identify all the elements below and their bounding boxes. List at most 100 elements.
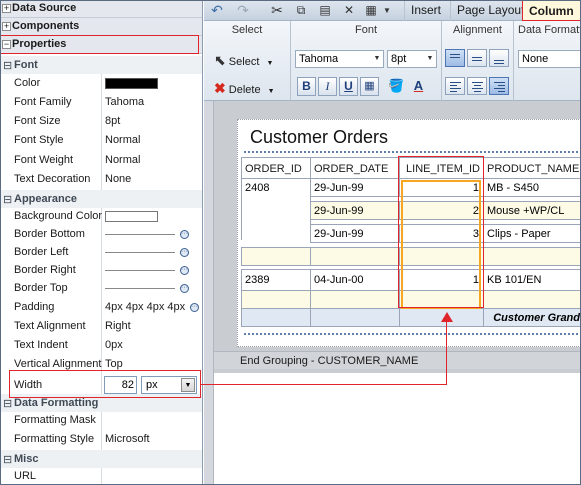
cell-product-name[interactable]: Clips - Paper bbox=[483, 224, 581, 243]
delete-icon[interactable]: ✕ bbox=[338, 1, 360, 20]
cell-order-date[interactable]: 04-Jun-00 bbox=[310, 269, 400, 291]
pointer-icon: ⬉ bbox=[214, 52, 226, 68]
cell-subtotal[interactable] bbox=[310, 247, 400, 266]
paste-icon[interactable]: ▤ bbox=[314, 1, 336, 20]
prop-font-weight[interactable]: Font Weight Normal bbox=[0, 151, 202, 170]
prop-font-family[interactable]: Font Family Tahoma bbox=[0, 93, 202, 112]
redo-icon[interactable]: ↷ bbox=[232, 1, 254, 20]
category-font[interactable]: ⊟ Font bbox=[0, 56, 202, 74]
prop-value[interactable]: Right bbox=[105, 317, 131, 336]
font-family-select[interactable]: Tahoma ▼ bbox=[295, 50, 384, 68]
prop-label: Font Size bbox=[14, 115, 61, 127]
end-grouping-bar[interactable]: End Grouping - CUSTOMER_NAME bbox=[214, 351, 581, 369]
section-components[interactable]: + Components bbox=[0, 18, 202, 36]
color-swatch[interactable] bbox=[105, 211, 158, 222]
prop-border-top[interactable]: Border Top ··· bbox=[0, 279, 202, 298]
more-icon[interactable]: ··· bbox=[180, 248, 189, 257]
grand-total-label[interactable]: Customer Grand bbox=[483, 308, 581, 327]
border-icon[interactable]: ▦ bbox=[360, 77, 379, 96]
cell-subtotal[interactable] bbox=[241, 290, 311, 309]
properties-highlight bbox=[0, 35, 199, 54]
tab-insert[interactable]: Insert bbox=[404, 0, 447, 21]
alignment-group: Alignment bbox=[442, 21, 514, 101]
column-header-order-id[interactable]: ORDER_ID bbox=[241, 157, 311, 179]
prop-value[interactable]: Tahoma bbox=[105, 93, 144, 112]
fill-color-icon[interactable]: 🪣 bbox=[387, 77, 406, 96]
collapse-icon[interactable]: ⊟ bbox=[3, 57, 12, 75]
more-icon[interactable]: ··· bbox=[180, 230, 189, 239]
select-button[interactable]: ⬉ Select ▼ bbox=[214, 49, 273, 71]
cell-product-name[interactable]: KB 101/EN bbox=[483, 269, 581, 291]
bold-button[interactable]: B bbox=[297, 77, 316, 96]
italic-button[interactable]: I bbox=[318, 77, 337, 96]
tab-column[interactable]: Column bbox=[522, 0, 581, 21]
column-header-order-date[interactable]: ORDER_DATE bbox=[310, 157, 400, 179]
prop-value[interactable]: 8pt bbox=[105, 112, 120, 131]
prop-font-style[interactable]: Font Style Normal bbox=[0, 131, 202, 150]
prop-border-bottom[interactable]: Border Bottom ··· bbox=[0, 225, 202, 244]
expand-icon[interactable]: + bbox=[2, 4, 11, 13]
category-appearance[interactable]: ⊟ Appearance bbox=[0, 190, 202, 208]
more-icon[interactable]: ··· bbox=[180, 284, 189, 293]
chevron-down-icon: ▼ bbox=[266, 60, 274, 67]
align-bottom-icon[interactable] bbox=[489, 49, 509, 67]
prop-formatting-mask[interactable]: Formatting Mask bbox=[0, 411, 202, 430]
align-right-icon[interactable] bbox=[489, 77, 509, 95]
cell-product-name[interactable]: MB - S450 bbox=[483, 178, 581, 197]
prop-value[interactable]: Normal bbox=[105, 151, 140, 170]
prop-text-decoration[interactable]: Text Decoration None bbox=[0, 170, 202, 189]
cell-subtotal[interactable] bbox=[241, 247, 311, 266]
prop-text-alignment[interactable]: Text Alignment Right bbox=[0, 317, 202, 336]
prop-border-left[interactable]: Border Left ··· bbox=[0, 243, 202, 262]
align-left-icon[interactable] bbox=[445, 77, 465, 95]
cell-grand-total[interactable] bbox=[241, 308, 311, 327]
cell-subtotal[interactable] bbox=[310, 290, 400, 309]
cell-order-date[interactable]: 29-Jun-99 bbox=[310, 201, 400, 220]
prop-color[interactable]: Color bbox=[0, 74, 202, 93]
align-middle-icon[interactable] bbox=[467, 49, 487, 67]
cell-order-date[interactable]: 29-Jun-99 bbox=[310, 224, 400, 243]
cut-icon[interactable]: ✂ bbox=[266, 1, 288, 20]
report-layout-grid[interactable]: Customer Orders ORDER_ID ORDER_DATE LINE… bbox=[237, 119, 581, 347]
cell-order-date[interactable]: 29-Jun-99 bbox=[310, 178, 400, 197]
prop-formatting-style[interactable]: Formatting Style Microsoft bbox=[0, 430, 202, 449]
prop-value[interactable]: Microsoft bbox=[105, 430, 150, 449]
prop-border-right[interactable]: Border Right ··· bbox=[0, 261, 202, 280]
prop-font-size[interactable]: Font Size 8pt bbox=[0, 112, 202, 131]
prop-url[interactable]: URL bbox=[0, 467, 202, 485]
prop-value[interactable]: Normal bbox=[105, 131, 140, 150]
column-header-product-name[interactable]: PRODUCT_NAME bbox=[483, 157, 581, 179]
cell-grand-total[interactable] bbox=[310, 308, 400, 327]
category-label: Misc bbox=[14, 453, 39, 465]
prop-value[interactable]: None bbox=[105, 170, 131, 189]
prop-background-color[interactable]: Background Color bbox=[0, 207, 202, 226]
color-swatch[interactable] bbox=[105, 78, 158, 89]
report-title[interactable]: Customer Orders bbox=[250, 127, 388, 148]
font-color-icon[interactable]: A bbox=[409, 77, 428, 96]
section-data-source[interactable]: + Data Source bbox=[0, 0, 202, 18]
more-icon[interactable]: ··· bbox=[180, 266, 189, 275]
cell-subtotal[interactable] bbox=[483, 290, 581, 309]
data-format-select[interactable]: None bbox=[518, 50, 581, 68]
prop-value[interactable]: 0px bbox=[105, 336, 123, 355]
prop-text-indent[interactable]: Text Indent 0px bbox=[0, 336, 202, 355]
category-misc[interactable]: ⊟ Misc bbox=[0, 450, 202, 468]
copy-icon[interactable]: ⧉ bbox=[290, 1, 312, 20]
delete-button[interactable]: ✖ Delete ▼ bbox=[214, 77, 275, 99]
align-top-icon[interactable] bbox=[445, 49, 465, 67]
expand-icon[interactable]: + bbox=[2, 22, 11, 31]
prop-label: Background Color bbox=[14, 210, 103, 222]
align-center-icon[interactable] bbox=[467, 77, 487, 95]
cell-product-name[interactable]: Mouse +WP/CL bbox=[483, 201, 581, 220]
cell-order-id[interactable]: 2389 bbox=[241, 269, 311, 291]
cell-order-id[interactable]: 2408 bbox=[241, 178, 311, 240]
prop-value[interactable]: 4px 4px 4px 4px bbox=[105, 298, 185, 317]
tab-page-layout[interactable]: Page Layout bbox=[450, 0, 530, 21]
underline-button[interactable]: U bbox=[339, 77, 358, 96]
prop-padding[interactable]: Padding 4px 4px 4px 4px ··· bbox=[0, 298, 202, 317]
font-size-select[interactable]: 8pt ▼ bbox=[387, 50, 437, 68]
more-icon[interactable]: ··· bbox=[190, 303, 199, 312]
undo-icon[interactable]: ↶ bbox=[206, 1, 228, 20]
cell-subtotal[interactable] bbox=[483, 247, 581, 266]
chevron-down-icon[interactable]: ▼ bbox=[376, 1, 398, 20]
